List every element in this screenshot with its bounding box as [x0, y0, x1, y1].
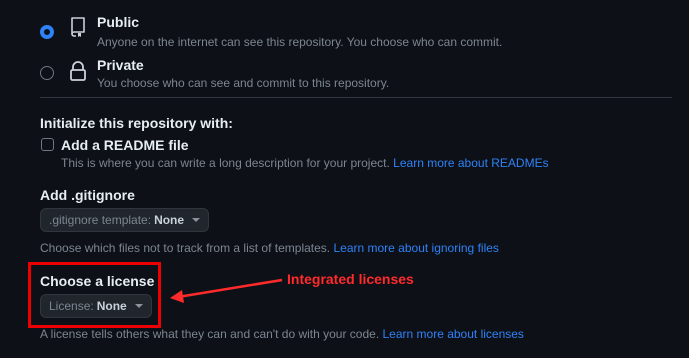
gitignore-help-text: Choose which files not to track from a l… [40, 241, 331, 255]
license-learn-more-link[interactable]: Learn more about licenses [383, 327, 524, 341]
divider [40, 97, 672, 98]
license-help-text: A license tells others what they can and… [40, 327, 380, 341]
readme-learn-more-link[interactable]: Learn more about READMEs [393, 156, 548, 170]
initialize-heading: Initialize this repository with: [40, 115, 233, 131]
readme-help: This is where you can write a long descr… [61, 156, 549, 170]
repo-icon [71, 17, 85, 37]
public-description: Anyone on the internet can see this repo… [97, 35, 503, 49]
gitignore-help: Choose which files not to track from a l… [40, 241, 499, 255]
readme-label[interactable]: Add a README file [61, 137, 189, 153]
highlight-box [28, 262, 161, 328]
license-help: A license tells others what they can and… [40, 327, 524, 341]
readme-checkbox[interactable] [41, 138, 54, 151]
annotation-label: Integrated licenses [287, 271, 414, 287]
arrow-icon [170, 278, 283, 303]
private-title: Private [97, 57, 144, 73]
private-radio[interactable] [40, 66, 54, 80]
gitignore-dropdown-value: None [154, 213, 185, 227]
public-title: Public [97, 14, 140, 30]
chevron-down-icon [192, 218, 201, 222]
gitignore-heading: Add .gitignore [40, 187, 135, 203]
gitignore-dropdown-prefix: .gitignore template: [49, 213, 152, 227]
readme-description: This is where you can write a long descr… [61, 156, 390, 170]
gitignore-template-dropdown[interactable]: .gitignore template: None [40, 208, 210, 232]
gitignore-learn-more-link[interactable]: Learn more about ignoring files [333, 241, 498, 255]
private-description: You choose who can see and commit to thi… [97, 76, 390, 90]
lock-icon [70, 61, 86, 81]
public-radio[interactable] [40, 25, 54, 39]
